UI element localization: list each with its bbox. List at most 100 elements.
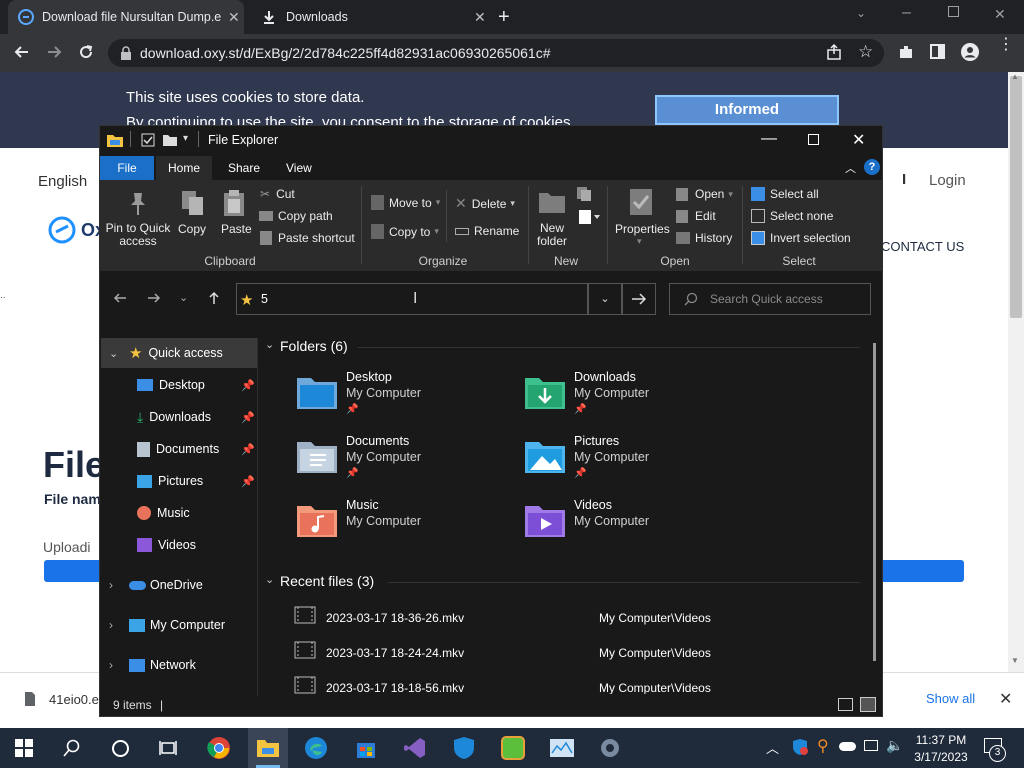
- address-dropdown-icon[interactable]: ⌄: [588, 283, 622, 315]
- browser-tab-downloads[interactable]: Downloads ✕: [252, 0, 488, 34]
- recent-files-header[interactable]: Recent files (3): [280, 573, 374, 589]
- folder-tile-music[interactable]: Music My Computer: [296, 498, 516, 554]
- open-button[interactable]: Open ▾: [676, 187, 733, 201]
- copy-button[interactable]: Copy: [178, 222, 206, 236]
- folder-tile-videos[interactable]: Videos My Computer: [524, 498, 744, 554]
- nav-downloads[interactable]: ⤓ Downloads 📌: [101, 402, 257, 432]
- forward-icon[interactable]: [44, 42, 64, 62]
- copy-path-button[interactable]: Copy path: [259, 209, 333, 223]
- go-button[interactable]: [622, 283, 656, 315]
- copy-to-button[interactable]: Copy to ▾: [371, 224, 439, 239]
- folder-tile-documents[interactable]: Documents My Computer 📌: [296, 434, 516, 490]
- folder-tile-pictures[interactable]: Pictures My Computer 📌: [524, 434, 744, 490]
- volume-icon[interactable]: 🔈: [886, 737, 903, 754]
- pin-to-quick-access-button[interactable]: Pin to Quick access: [103, 222, 173, 248]
- edge-icon[interactable]: [300, 732, 332, 764]
- nav-documents[interactable]: Documents 📌: [101, 434, 257, 464]
- maximize-icon[interactable]: [808, 134, 819, 145]
- delete-button[interactable]: ✕ Delete ▾: [455, 195, 515, 212]
- close-icon[interactable]: ✕: [852, 130, 865, 150]
- move-to-button[interactable]: Move to ▾: [371, 195, 440, 210]
- address-box[interactable]: [236, 283, 588, 315]
- nav-desktop[interactable]: Desktop 📌: [101, 370, 257, 400]
- address-bar[interactable]: download.oxy.st/d/ExBg/2/2d784c225ff4d82…: [108, 39, 884, 67]
- clock-time[interactable]: 11:37 PM: [911, 733, 971, 747]
- share-icon[interactable]: [826, 44, 842, 60]
- content-scrollbar[interactable]: [873, 343, 876, 661]
- new-tab-icon[interactable]: +: [498, 6, 510, 29]
- cortana-icon[interactable]: [104, 732, 136, 764]
- profile-avatar-icon[interactable]: [961, 43, 979, 61]
- tab-view[interactable]: View: [286, 161, 312, 175]
- game-app-icon[interactable]: [497, 732, 529, 764]
- monitor-app-icon[interactable]: [546, 732, 578, 764]
- quick-new-folder-icon[interactable]: [162, 133, 178, 147]
- folders-header[interactable]: Folders (6): [280, 338, 348, 354]
- nav-pictures[interactable]: Pictures 📌: [101, 466, 257, 496]
- paste-shortcut-button[interactable]: Paste shortcut: [260, 231, 355, 245]
- chevron-down-icon[interactable]: ⌄: [265, 338, 274, 351]
- reload-icon[interactable]: [76, 42, 96, 62]
- edit-button[interactable]: Edit: [676, 209, 716, 223]
- tab-file[interactable]: File: [100, 156, 154, 180]
- network-monitor-icon[interactable]: [864, 740, 878, 751]
- nav-quick-access[interactable]: ⌄ ★ Quick access: [101, 338, 257, 368]
- security-tray-icon[interactable]: [792, 738, 808, 756]
- clock-date[interactable]: 3/17/2023: [911, 750, 971, 764]
- onedrive-cloud-icon[interactable]: [839, 742, 856, 751]
- chrome-icon[interactable]: [203, 732, 235, 764]
- close-window-icon[interactable]: ✕: [994, 6, 1006, 23]
- history-button[interactable]: History: [676, 231, 732, 245]
- language-selector[interactable]: English: [38, 173, 87, 190]
- side-panel-icon[interactable]: [930, 44, 945, 59]
- restore-icon[interactable]: [948, 6, 959, 17]
- select-none-button[interactable]: Select none: [751, 209, 833, 223]
- nav-network[interactable]: › Network: [101, 650, 257, 680]
- new-folder-button[interactable]: New folder: [530, 222, 574, 248]
- search-box[interactable]: Search Quick access: [669, 283, 871, 315]
- nav-my-computer[interactable]: › My Computer: [101, 610, 257, 640]
- large-icons-view-icon[interactable]: [860, 697, 876, 712]
- browser-tab-active[interactable]: Download file Nursultan Dump.e ✕: [8, 0, 244, 34]
- contact-link[interactable]: CONTACT US: [881, 239, 964, 254]
- back-icon[interactable]: [12, 42, 32, 62]
- close-download-shelf-icon[interactable]: ✕: [999, 689, 1012, 709]
- task-view-icon[interactable]: [152, 732, 184, 764]
- paste-button[interactable]: Paste: [221, 222, 252, 236]
- cut-button[interactable]: ✂ Cut: [260, 187, 295, 201]
- recent-locations-icon[interactable]: ⌄: [179, 291, 188, 304]
- show-all-button[interactable]: Show all: [926, 691, 975, 706]
- settings-gear-icon[interactable]: [594, 732, 626, 764]
- recent-file-row[interactable]: 2023-03-17 18-36-26.mkv My Computer\Vide…: [292, 604, 852, 632]
- tab-search-icon[interactable]: ⌄: [856, 6, 866, 20]
- nav-videos[interactable]: Videos: [101, 530, 257, 560]
- forward-arrow-icon[interactable]: [146, 290, 162, 306]
- tab-share[interactable]: Share: [228, 161, 260, 175]
- download-button-right[interactable]: [883, 560, 964, 582]
- help-icon[interactable]: ?: [864, 159, 880, 175]
- close-tab-icon[interactable]: ✕: [228, 9, 240, 26]
- collapse-ribbon-icon[interactable]: ︿: [845, 160, 856, 176]
- minimize-icon[interactable]: —: [761, 130, 777, 148]
- page-scrollbar[interactable]: [1008, 72, 1024, 672]
- search-icon[interactable]: [56, 732, 88, 764]
- login-link[interactable]: Login: [929, 172, 966, 189]
- close-tab-icon[interactable]: ✕: [474, 9, 486, 26]
- new-item-icon[interactable]: [577, 187, 599, 201]
- store-icon[interactable]: [350, 732, 382, 764]
- folder-tile-downloads[interactable]: Downloads My Computer 📌: [524, 370, 744, 426]
- download-button-left[interactable]: [44, 560, 100, 582]
- search-tray-icon[interactable]: ⚲: [817, 736, 829, 756]
- bookmark-star-icon[interactable]: ☆: [858, 42, 873, 62]
- recent-file-row[interactable]: 2023-03-17 18-24-24.mkv My Computer\Vide…: [292, 639, 852, 667]
- visual-studio-icon[interactable]: [399, 732, 431, 764]
- scroll-up-icon[interactable]: ▲: [1011, 72, 1019, 81]
- start-windows-icon[interactable]: [8, 732, 40, 764]
- select-all-button[interactable]: Select all: [751, 187, 819, 201]
- details-view-icon[interactable]: [838, 698, 853, 711]
- extensions-icon[interactable]: [898, 44, 914, 60]
- invert-selection-button[interactable]: Invert selection: [751, 231, 851, 245]
- properties-dropdown-icon[interactable]: ▾: [637, 236, 642, 247]
- rename-button[interactable]: Rename: [455, 224, 519, 238]
- properties-button[interactable]: Properties: [615, 222, 670, 236]
